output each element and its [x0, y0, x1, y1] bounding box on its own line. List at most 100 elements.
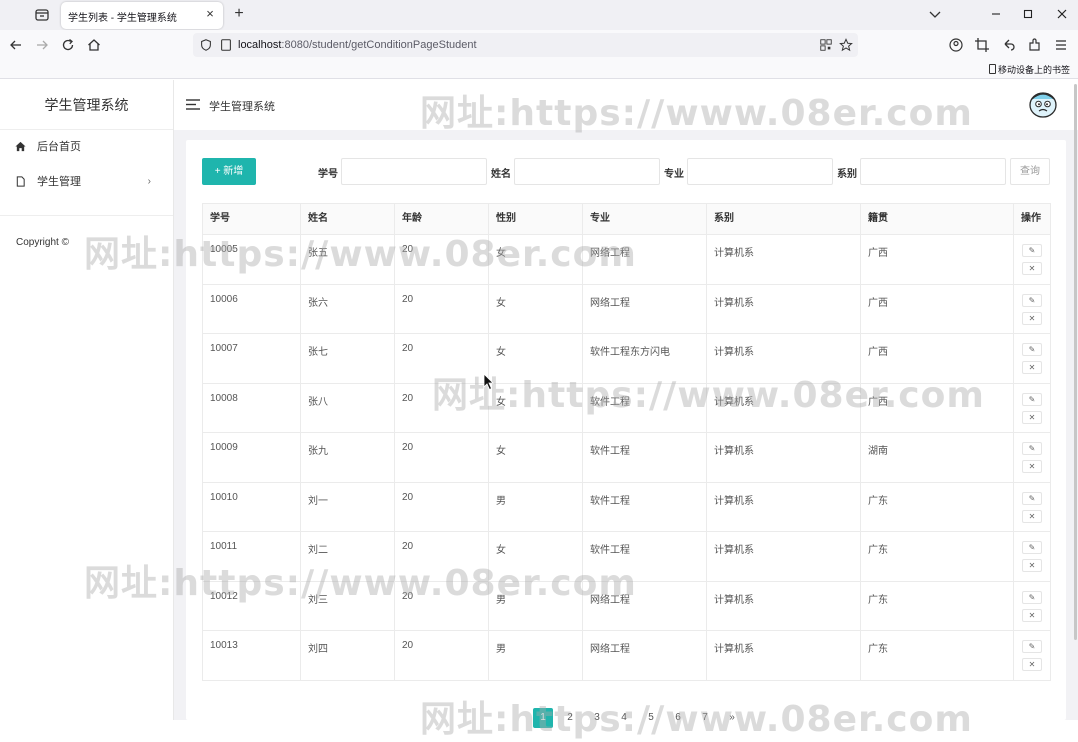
table-cell-1: 刘一 [300, 481, 395, 532]
document-icon [16, 176, 25, 187]
delete-icon[interactable]: ✕ [1022, 509, 1042, 523]
page-link[interactable]: 2 [560, 708, 580, 728]
table-cell-2: 20 [394, 630, 489, 681]
delete-icon[interactable]: ✕ [1022, 311, 1042, 325]
edit-icon[interactable]: ✎ [1022, 442, 1042, 455]
edit-icon[interactable]: ✎ [1022, 640, 1042, 653]
page-link[interactable]: 5 [641, 708, 661, 728]
table-cell-3: 女 [488, 333, 583, 384]
sidebar-item-student-management[interactable]: 学生管理 › [0, 165, 173, 199]
browser-tab[interactable]: 学生列表 - 学生管理系统 × [61, 2, 223, 29]
delete-icon[interactable]: ✕ [1022, 658, 1042, 671]
window-close-icon[interactable] [1054, 6, 1070, 22]
mobile-bookmarks-label: 移动设备上的书签 [997, 65, 1070, 75]
page-info-icon[interactable] [219, 38, 233, 52]
add-button[interactable]: + 新增 [202, 158, 256, 185]
delete-icon[interactable]: ✕ [1022, 361, 1042, 374]
filter-label-student-id: 学号 [318, 169, 338, 180]
maximize-icon[interactable] [1020, 6, 1036, 22]
delete-icon[interactable]: ✕ [1022, 559, 1042, 572]
page-link[interactable]: 1 [533, 708, 553, 728]
bookmark-star-icon[interactable] [839, 38, 853, 52]
delete-icon[interactable]: ✕ [1022, 608, 1042, 622]
shield-icon[interactable] [199, 38, 213, 52]
row-actions: ✎ ✕ [1013, 630, 1051, 681]
table-cell-4: 网络工程 [582, 234, 707, 285]
table-cell-0: 10010 [202, 481, 301, 532]
page-link[interactable]: 6 [668, 708, 688, 728]
address-bar[interactable]: localhost:8080/student/getConditionPageS… [193, 33, 858, 57]
page-link[interactable]: 7 [695, 708, 715, 728]
delete-icon[interactable]: ✕ [1022, 460, 1042, 473]
row-actions: ✎ ✕ [1013, 382, 1051, 433]
delete-icon[interactable]: ✕ [1022, 410, 1042, 424]
scrollbar-thumb[interactable] [1074, 84, 1077, 640]
table-cell-3: 女 [488, 382, 583, 433]
edit-icon[interactable]: ✎ [1022, 244, 1042, 257]
new-tab-icon[interactable]: + [231, 5, 247, 23]
row-actions: ✎ ✕ [1013, 333, 1051, 384]
tab-close-icon[interactable]: × [203, 7, 217, 21]
avatar[interactable] [1027, 89, 1059, 119]
minimize-icon[interactable] [988, 6, 1004, 22]
filter-label-major: 专业 [664, 169, 684, 180]
tab-overflow-chevron-icon[interactable] [927, 6, 943, 22]
page-scrollbar[interactable] [1073, 80, 1078, 640]
edit-icon[interactable]: ✎ [1022, 293, 1042, 307]
reload-icon[interactable] [60, 37, 76, 53]
table-cell-6: 广西 [860, 234, 1014, 285]
table-cell-6: 广东 [860, 630, 1014, 681]
table-cell-1: 张九 [300, 432, 395, 483]
sidebar-item-home[interactable]: 后台首页 [0, 130, 173, 164]
edit-icon[interactable]: ✎ [1022, 491, 1042, 505]
edit-icon[interactable]: ✎ [1022, 541, 1042, 554]
tab-list-icon[interactable] [34, 7, 50, 23]
table-cell-1: 刘二 [300, 531, 395, 582]
qr-code-icon[interactable] [819, 38, 833, 52]
table-cell-0: 10012 [202, 580, 301, 631]
back-icon[interactable] [8, 37, 24, 53]
student-id-input[interactable] [341, 158, 487, 185]
sidebar-item-label: 后台首页 [37, 141, 81, 153]
edit-icon[interactable]: ✎ [1022, 392, 1042, 406]
chevron-right-icon: › [147, 176, 151, 187]
table-cell-1: 刘四 [300, 630, 395, 681]
table-row: 10006 张六 20 女网络工程 计算机系 广西 ✎ ✕ [202, 283, 1051, 334]
page-link[interactable]: 4 [614, 708, 634, 728]
department-input[interactable] [860, 158, 1006, 185]
table-row: 10008 张八 20 女软件工程 计算机系 广西 ✎ ✕ [202, 382, 1051, 433]
table-cell-5: 计算机系 [706, 283, 861, 334]
page-link[interactable]: » [722, 708, 742, 728]
delete-icon[interactable]: ✕ [1022, 262, 1042, 275]
mobile-bookmarks-item[interactable]: 移动设备上的书签 [988, 63, 1070, 76]
row-actions: ✎ ✕ [1013, 580, 1051, 631]
forward-icon[interactable] [34, 37, 50, 53]
crop-icon[interactable] [974, 37, 990, 53]
sidebar-logo[interactable]: 学生管理系统 [0, 80, 173, 130]
major-input[interactable] [687, 158, 833, 185]
row-actions: ✎ ✕ [1013, 432, 1051, 483]
table-cell-6: 广西 [860, 382, 1014, 433]
menu-icon[interactable] [1053, 37, 1069, 53]
page-link[interactable]: 3 [587, 708, 607, 728]
table-cell-2: 20 [394, 580, 489, 631]
table-cell-5: 计算机系 [706, 382, 861, 433]
home-page-icon[interactable] [86, 37, 102, 53]
column-header: 系别 [706, 203, 861, 235]
hamburger-menu-icon[interactable] [186, 99, 200, 110]
name-input[interactable] [514, 158, 660, 185]
account-icon[interactable] [948, 37, 964, 53]
edit-icon[interactable]: ✎ [1022, 590, 1042, 604]
table-cell-0: 10008 [202, 382, 301, 433]
table-cell-5: 计算机系 [706, 481, 861, 532]
query-button[interactable]: 查询 [1010, 158, 1050, 185]
undo-icon[interactable] [1001, 37, 1017, 53]
filter-label-name: 姓名 [491, 169, 511, 180]
edit-icon[interactable]: ✎ [1022, 343, 1042, 356]
student-table: 学号 姓名 年龄 性别 专业 系别 籍贯 操作 10005 张五 20 女网络工程 计算… [202, 203, 1051, 681]
table-cell-6: 湖南 [860, 432, 1014, 483]
row-actions: ✎ ✕ [1013, 283, 1051, 334]
column-header: 性别 [488, 203, 583, 235]
table-cell-2: 20 [394, 333, 489, 384]
extensions-icon[interactable] [1027, 37, 1043, 53]
